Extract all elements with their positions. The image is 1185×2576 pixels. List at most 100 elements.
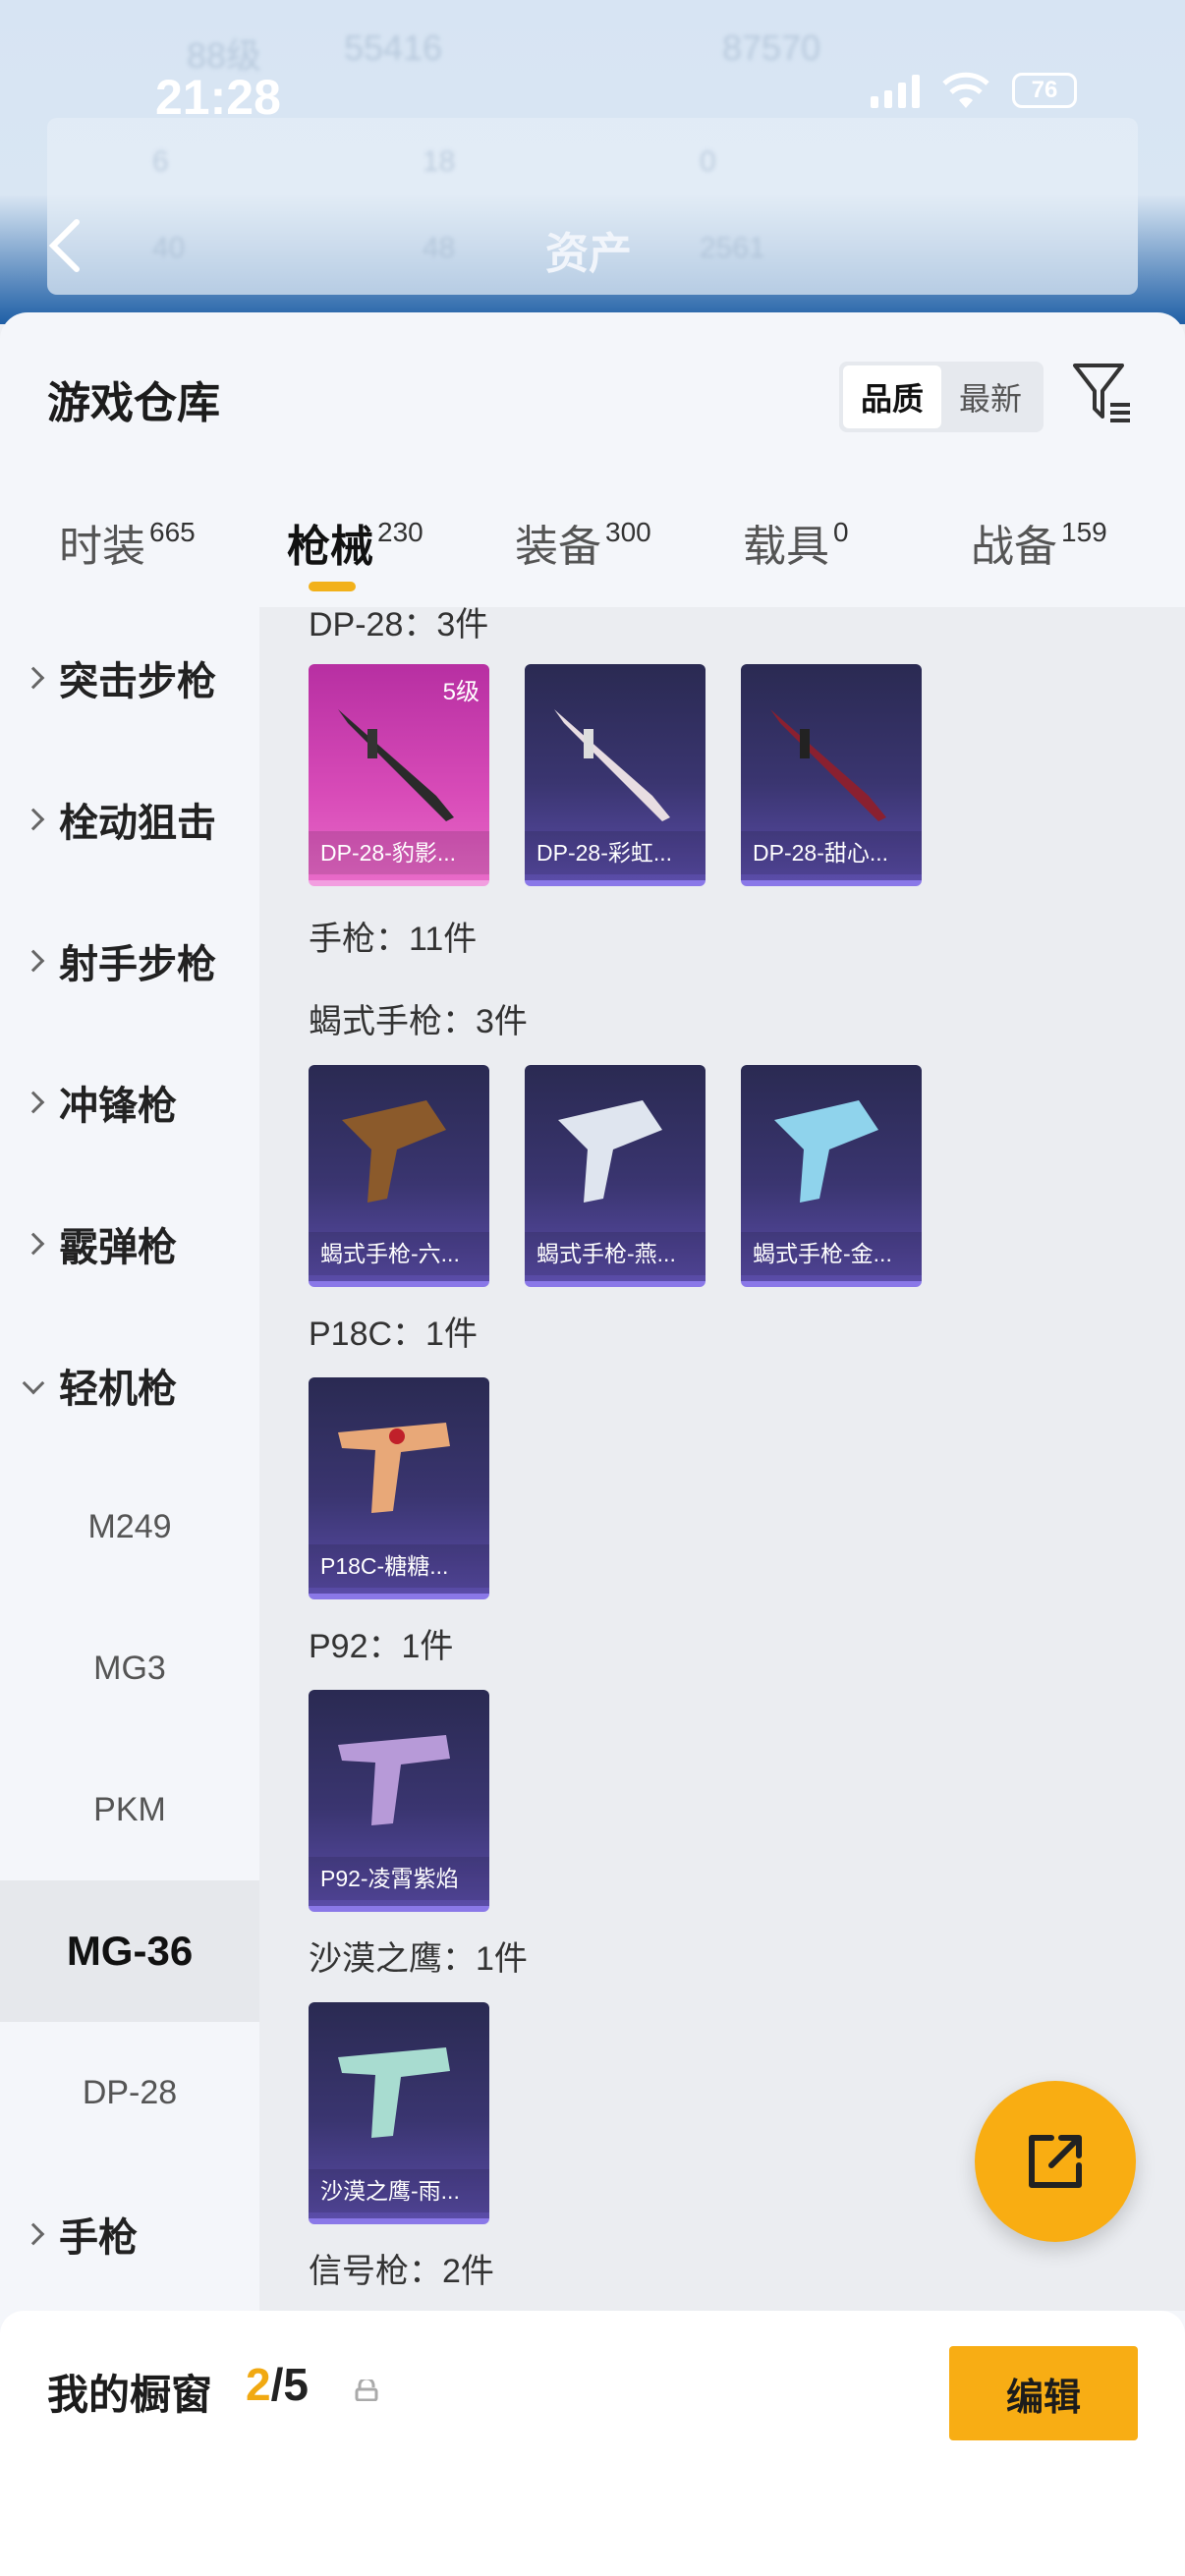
chevron-right-icon <box>22 1232 45 1256</box>
sidebar-item-label: 射手步枪 <box>59 943 216 986</box>
group-title: 蝎式手枪：3件 <box>309 1003 528 1040</box>
group-title: P18C：1件 <box>309 1316 478 1353</box>
pistol-icon <box>774 1100 878 1203</box>
tab-guns[interactable]: 枪械 230 <box>287 511 423 574</box>
sidebar-subitem-m249[interactable]: M249 <box>0 1456 259 1597</box>
item-level-badge: 5级 <box>442 679 480 705</box>
tab-fashion[interactable]: 时装 665 <box>59 511 196 574</box>
sidebar-item-bolt-sniper[interactable]: 栓动狙击 <box>0 749 259 890</box>
tab-supplies[interactable]: 战备 159 <box>971 511 1107 574</box>
active-tab-indicator <box>309 582 356 591</box>
item-name: P92-凌霄紫焰 <box>309 1857 489 1900</box>
chevron-down-icon <box>22 1372 45 1395</box>
status-icons: 76 <box>871 71 1077 110</box>
tab-equipment[interactable]: 装备 300 <box>515 511 651 574</box>
tab-vehicles[interactable]: 载具 0 <box>743 511 849 574</box>
tab-label: 枪械 <box>287 523 373 571</box>
sidebar-subitem-pkm[interactable]: PKM <box>0 1739 259 1880</box>
item-name: P18C-糖糖... <box>309 1544 489 1588</box>
item-name: 蝎式手枪-燕... <box>525 1232 705 1275</box>
item-card[interactable]: P92-凌霄紫焰 <box>309 1690 489 1912</box>
sort-quality-button[interactable]: 品质 <box>843 365 941 428</box>
sort-newest-button[interactable]: 最新 <box>941 365 1040 428</box>
item-card[interactable]: 蝎式手枪-金... <box>741 1065 922 1287</box>
sheet-title: 游戏仓库 <box>47 379 220 427</box>
sidebar-item-pistol[interactable]: 手枪 <box>0 2163 259 2305</box>
share-button[interactable] <box>975 2081 1136 2242</box>
item-card[interactable]: 蝎式手枪-燕... <box>525 1065 705 1287</box>
item-name: 蝎式手枪-六... <box>309 1232 489 1275</box>
sidebar-item-label: 突击步枪 <box>59 660 216 703</box>
tab-label: 时装 <box>59 523 145 571</box>
item-name: DP-28-彩虹... <box>525 831 705 874</box>
share-external-icon <box>1029 2135 1082 2188</box>
chevron-right-icon <box>22 808 45 831</box>
sidebar-subitem-mg3[interactable]: MG3 <box>0 1597 259 1739</box>
sidebar-subitem-mg36[interactable]: MG-36 <box>0 1880 259 2022</box>
edit-button[interactable]: 编辑 <box>949 2346 1138 2440</box>
item-card[interactable]: 蝎式手枪-六... <box>309 1065 489 1287</box>
wifi-icon <box>942 72 989 108</box>
battery-icon: 76 <box>1012 73 1077 108</box>
tab-count: 0 <box>833 517 849 547</box>
page-title: 资产 <box>545 230 632 278</box>
sidebar-item-label: 栓动狙击 <box>59 802 216 845</box>
bg-stat-1: 6 <box>152 145 169 178</box>
item-card[interactable]: DP-28-甜心... <box>741 664 922 886</box>
pistol-icon <box>338 2047 450 2138</box>
pistol-icon <box>342 1100 446 1203</box>
tab-count: 230 <box>377 517 423 547</box>
bg-stat-5: 48 <box>423 232 456 264</box>
showcase-count: 2/5 <box>246 2358 309 2411</box>
chevron-left-icon[interactable] <box>45 216 85 275</box>
showcase-bar: 我的橱窗 2/5 编辑 <box>0 2311 1185 2576</box>
sidebar-item-label: 冲锋枪 <box>59 1085 177 1128</box>
chevron-right-icon <box>22 666 45 690</box>
signal-icon <box>871 73 920 108</box>
item-grid: DP-28：3件 5级 DP-28-豹影... DP-28-彩虹... DP-2… <box>259 607 1185 2311</box>
sidebar-item-assault-rifle[interactable]: 突击步枪 <box>0 607 259 749</box>
sidebar-item-label: 霰弹枪 <box>59 1226 177 1269</box>
item-name: 蝎式手枪-金... <box>741 1232 922 1275</box>
group-title: 沙漠之鹰：1件 <box>309 1940 528 1978</box>
sidebar-item-label: 手枪 <box>59 2216 138 2260</box>
sidebar-item-shotgun[interactable]: 霰弹枪 <box>0 1173 259 1315</box>
tab-count: 300 <box>605 517 651 547</box>
tab-label: 载具 <box>743 523 829 571</box>
lmg-icon <box>338 709 454 821</box>
header-backdrop: 88级 55416 87570 6 18 0 40 48 2561 21:28 … <box>0 0 1185 324</box>
tab-label: 战备 <box>971 523 1057 571</box>
group-title: P92：1件 <box>309 1628 454 1665</box>
bg-stat-4: 40 <box>152 232 186 264</box>
pistol-icon <box>338 1735 450 1825</box>
sort-segmented-control: 品质 最新 <box>839 362 1044 432</box>
bg-stat-3: 0 <box>700 145 716 178</box>
bg-stat-6: 2561 <box>700 232 765 264</box>
showcase-count-total: /5 <box>270 2359 309 2410</box>
sidebar-item-lmg[interactable]: 轻机枪 <box>0 1315 259 1456</box>
tab-count: 665 <box>149 517 196 547</box>
group-title: 手枪：11件 <box>309 921 478 958</box>
item-name: DP-28-甜心... <box>741 831 922 874</box>
group-title: 信号枪：2件 <box>309 2253 494 2290</box>
group-title: DP-28：3件 <box>309 607 489 644</box>
sidebar-item-smg[interactable]: 冲锋枪 <box>0 1032 259 1173</box>
showcase-title: 我的橱窗 <box>47 2372 213 2418</box>
item-card[interactable]: DP-28-彩虹... <box>525 664 705 886</box>
item-card[interactable]: P18C-糖糖... <box>309 1377 489 1599</box>
item-card[interactable]: 5级 DP-28-豹影... <box>309 664 489 886</box>
chevron-right-icon <box>22 1091 45 1114</box>
filter-icon[interactable] <box>1071 360 1134 428</box>
sidebar-subitem-dp28[interactable]: DP-28 <box>0 2022 259 2163</box>
status-time: 21:28 <box>155 70 281 125</box>
tab-label: 装备 <box>515 523 601 571</box>
bg-points: 87570 <box>722 28 821 68</box>
lock-icon <box>355 2380 378 2401</box>
sidebar-item-marksman-rifle[interactable]: 射手步枪 <box>0 890 259 1032</box>
item-card[interactable]: 沙漠之鹰-雨... <box>309 2002 489 2224</box>
chevron-right-icon <box>22 2222 45 2246</box>
showcase-count-current: 2 <box>246 2359 271 2410</box>
category-sidebar: 突击步枪 栓动狙击 射手步枪 冲锋枪 霰弹枪 轻机枪 M249 MG3 PKM … <box>0 607 259 2311</box>
lmg-icon <box>770 709 886 821</box>
bg-stat-2: 18 <box>423 145 456 178</box>
